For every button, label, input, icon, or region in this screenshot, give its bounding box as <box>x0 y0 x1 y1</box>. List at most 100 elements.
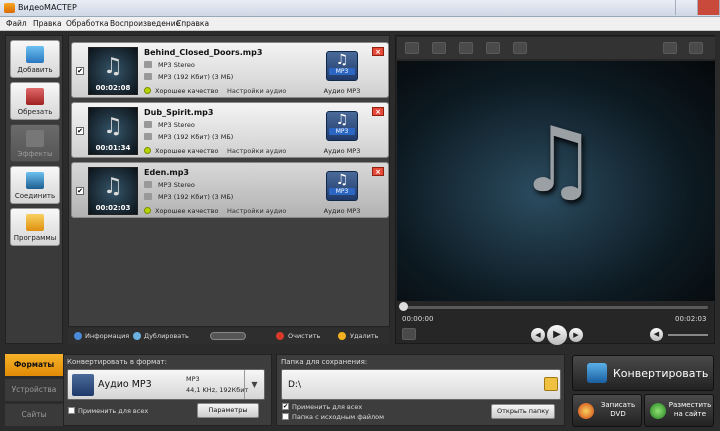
file-checkbox[interactable]: ✔ <box>76 67 84 75</box>
quality-dot-icon <box>144 147 151 154</box>
music-note-icon: ♫ <box>335 172 349 188</box>
remove-file-icon[interactable]: × <box>372 47 384 56</box>
source-folder-checkbox[interactable] <box>282 413 289 420</box>
quality-label[interactable]: Хорошее качество <box>155 87 218 95</box>
open-folder-button[interactable]: Открыть папку <box>491 404 555 419</box>
snapshot-icon[interactable] <box>432 42 446 54</box>
quality-label[interactable]: Хорошее качество <box>155 147 218 155</box>
fullscreen-icon[interactable] <box>689 42 703 54</box>
speaker-icon <box>144 121 152 128</box>
music-note-icon: ♫ <box>335 52 349 68</box>
window-title: ВидеоМАСТЕР <box>18 3 77 12</box>
apply-all-checkbox[interactable] <box>68 407 75 414</box>
music-note-icon: ♫ <box>103 174 123 199</box>
file-item[interactable]: ✔ ♫ 00:01:34 Dub_Spirit.mp3 MP3 Stereo MP… <box>71 102 389 158</box>
crop-icon[interactable] <box>405 42 419 54</box>
chevron-down-icon[interactable]: ▼ <box>244 370 264 399</box>
upload-icon <box>650 403 666 419</box>
view-toggle[interactable] <box>210 332 246 340</box>
file-info: MP3 (192 Кбит) (3 МБ) <box>158 73 234 81</box>
save-caption: Папка для сохранения: <box>281 358 368 366</box>
audio-settings-link[interactable]: Настройки аудио <box>227 147 286 155</box>
menu-file[interactable]: Файл <box>6 19 27 28</box>
audio-settings-link[interactable]: Настройки аудио <box>227 87 286 95</box>
convert-button[interactable]: Конвертировать <box>572 355 714 391</box>
title-bar: ВидеоМАСТЕР <box>0 0 720 17</box>
join-button[interactable]: Соединить <box>10 166 60 204</box>
menu-playback[interactable]: Воспроизведение <box>110 19 180 28</box>
apply-all-save-label: Применить для всех <box>292 403 363 411</box>
add-button[interactable]: Добавить <box>10 40 60 78</box>
speaker-icon <box>144 181 152 188</box>
minimize-button[interactable] <box>654 0 676 15</box>
app-icon <box>4 3 15 13</box>
folder-icon[interactable] <box>544 377 558 391</box>
music-note-icon: ♫ <box>335 112 349 128</box>
tab-formats[interactable]: Форматы <box>5 354 63 376</box>
tab-devices[interactable]: Устройства <box>5 379 63 401</box>
programs-button[interactable]: Программы <box>10 208 60 246</box>
cut-button[interactable]: Обрезать <box>10 82 60 120</box>
remove-file-icon[interactable]: × <box>372 167 384 176</box>
play-icon[interactable]: ▶ <box>547 325 567 345</box>
clear-button[interactable]: Очистить <box>288 332 320 340</box>
file-icon <box>144 73 152 80</box>
music-note-icon: ♫ <box>517 108 598 213</box>
join-icon <box>26 172 44 189</box>
file-item[interactable]: ✔ ♫ 00:02:08 Behind_Closed_Doors.mp3 MP3 … <box>71 42 389 98</box>
speed-icon[interactable] <box>513 42 527 54</box>
source-folder-label: Папка с исходным файлом <box>292 413 385 421</box>
format-badge[interactable]: ♫ MP3 <box>326 51 358 81</box>
format-selector[interactable]: Аудио MP3 MP3 44,1 KHz, 192Кбит ▼ <box>67 369 265 400</box>
info-button[interactable]: Информация <box>85 332 129 340</box>
file-duration: 00:01:34 <box>95 144 131 152</box>
parameters-button[interactable]: Параметры <box>197 403 259 418</box>
speaker-icon <box>144 61 152 68</box>
file-checkbox[interactable]: ✔ <box>76 187 84 195</box>
time-current: 00:00:00 <box>402 315 434 323</box>
burn-dvd-button[interactable]: Записать DVD <box>572 394 642 427</box>
file-icon <box>144 133 152 140</box>
effects-button[interactable]: Эффекты <box>10 124 60 162</box>
audio-settings-link[interactable]: Настройки аудио <box>227 207 286 215</box>
file-checkbox[interactable]: ✔ <box>76 127 84 135</box>
effects-icon <box>26 130 44 147</box>
close-button[interactable] <box>698 0 720 15</box>
format-badge[interactable]: ♫ MP3 <box>326 111 358 141</box>
snapshot-icon[interactable] <box>402 328 416 340</box>
effects-icon[interactable] <box>486 42 500 54</box>
quality-dot-icon <box>144 87 151 94</box>
file-info: MP3 (192 Кбит) (3 МБ) <box>158 133 234 141</box>
seek-handle[interactable] <box>399 302 408 311</box>
quality-dot-icon <box>144 207 151 214</box>
file-thumbnail: ♫ 00:02:08 <box>88 47 138 95</box>
save-path-field[interactable]: D:\ <box>281 369 561 400</box>
file-item-selected[interactable]: ✔ ♫ 00:02:03 Eden.mp3 MP3 Stereo MP3 (192… <box>71 162 389 218</box>
menu-edit[interactable]: Правка <box>33 19 62 28</box>
apply-all-save-checkbox[interactable]: ✔ <box>282 403 289 410</box>
tab-sites[interactable]: Сайты <box>5 404 63 426</box>
upload-site-button[interactable]: Разместить на сайте <box>644 394 714 427</box>
remove-file-icon[interactable]: × <box>372 107 384 116</box>
menu-processing[interactable]: Обработка <box>66 19 109 28</box>
volume-slider[interactable] <box>668 334 708 336</box>
cut-icon <box>26 88 44 105</box>
preview-screen: ♫ <box>397 61 715 301</box>
volume-icon[interactable]: ◀ <box>650 328 663 341</box>
menu-help[interactable]: Справка <box>176 19 209 28</box>
file-duration: 00:02:03 <box>95 204 131 212</box>
maximize-button[interactable] <box>676 0 698 15</box>
file-icon <box>144 193 152 200</box>
format-badge[interactable]: ♫ MP3 <box>326 171 358 201</box>
duplicate-button[interactable]: Дублировать <box>144 332 189 340</box>
quality-label[interactable]: Хорошее качество <box>155 207 218 215</box>
delete-button[interactable]: Удалить <box>350 332 378 340</box>
music-note-icon: ♫ <box>103 114 123 139</box>
prev-icon[interactable]: ◀ <box>531 328 545 342</box>
gif-icon[interactable] <box>663 42 677 54</box>
brightness-icon[interactable] <box>459 42 473 54</box>
next-icon[interactable]: ▶ <box>569 328 583 342</box>
programs-icon <box>26 214 44 231</box>
format-label: Аудио MP3 <box>323 87 361 95</box>
seek-bar[interactable] <box>402 306 708 309</box>
